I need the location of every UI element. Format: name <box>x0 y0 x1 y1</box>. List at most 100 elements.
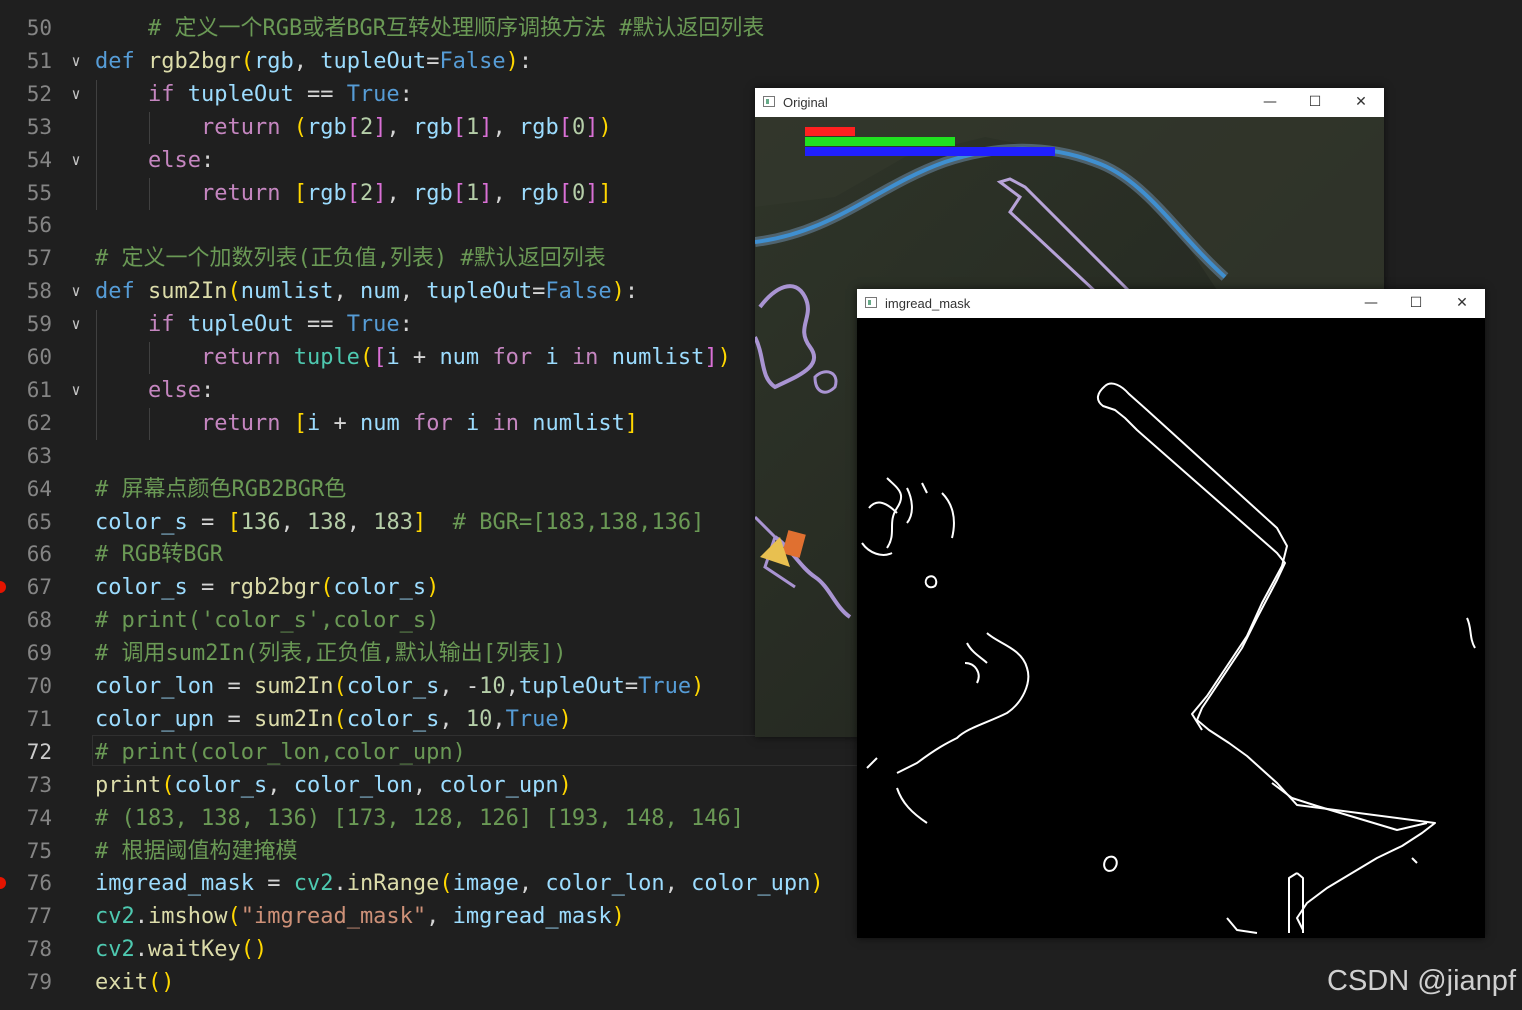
close-button[interactable]: ✕ <box>1439 289 1485 318</box>
mask-titlebar[interactable]: imgread_mask — ☐ ✕ <box>857 289 1485 318</box>
code-token: , <box>346 510 374 535</box>
code-token: ) <box>426 575 440 600</box>
code-token: [ <box>293 411 307 436</box>
code-token: 183 <box>373 510 413 535</box>
fold-chevron-icon[interactable]: ∨ <box>66 78 86 111</box>
code-token: == <box>293 82 347 107</box>
code-text[interactable]: return [i + num for i in numlist] <box>95 407 638 440</box>
code-text[interactable]: # 定义一个加数列表(正负值,列表) #默认返回列表 <box>95 242 606 275</box>
code-token: color_s <box>95 575 188 600</box>
fold-chevron-icon[interactable]: ∨ <box>66 308 86 341</box>
code-token: color_s <box>346 707 440 732</box>
code-token: ) <box>611 904 625 929</box>
code-token: , <box>280 510 307 535</box>
code-token: . <box>333 871 347 896</box>
code-text[interactable]: # 屏幕点颜色RGB2BGR色 <box>95 473 346 506</box>
code-token: color_lon <box>293 773 413 798</box>
code-token: color_upn <box>439 773 559 798</box>
code-token: , <box>439 707 466 732</box>
code-text[interactable]: return (rgb[2], rgb[1], rgb[0]) <box>95 111 612 144</box>
code-text[interactable]: color_upn = sum2In(color_s, 10,True) <box>95 703 572 736</box>
code-text[interactable]: color_s = rgb2bgr(color_s) <box>95 571 439 604</box>
maximize-button[interactable]: ☐ <box>1393 289 1439 318</box>
code-token: rgb <box>518 181 559 206</box>
code-text[interactable]: print(color_s, color_lon, color_upn) <box>95 769 572 802</box>
code-text[interactable]: # 定义一个RGB或者BGR互转处理顺序调换方法 #默认返回列表 <box>95 12 764 45</box>
code-token: ( <box>240 49 254 74</box>
code-text[interactable]: # print(color_lon,color_upn) <box>95 736 466 769</box>
code-token: 0 <box>571 181 586 206</box>
code-token: : <box>399 82 413 107</box>
code-token: 138 <box>306 510 347 535</box>
code-token: def <box>95 279 135 304</box>
code-text[interactable]: def rgb2bgr(rgb, tupleOut=False): <box>95 45 532 78</box>
code-token: tuple <box>293 345 360 370</box>
code-text[interactable]: def sum2In(numlist, num, tupleOut=False)… <box>95 275 638 308</box>
code-text[interactable]: if tupleOut == True: <box>95 308 413 341</box>
line-number: 52 <box>26 82 52 106</box>
code-text[interactable]: cv2.waitKey() <box>95 933 267 966</box>
code-text[interactable]: # (183, 138, 136) [173, 128, 126] [193, … <box>95 802 744 835</box>
code-token: ] <box>704 345 718 370</box>
code-text[interactable]: cv2.imshow("imgread_mask", imgread_mask) <box>95 900 625 933</box>
code-line[interactable]: 79 exit() <box>0 966 1522 999</box>
code-token: in <box>571 345 599 370</box>
mask-window[interactable]: imgread_mask — ☐ ✕ <box>857 289 1485 938</box>
line-number: 68 <box>26 608 52 632</box>
code-token: color_upn <box>691 871 811 896</box>
code-text[interactable]: exit() <box>95 966 174 999</box>
code-token: cv2 <box>95 904 135 929</box>
code-text[interactable]: # 根据阈值构建掩模 <box>95 835 298 868</box>
maximize-button[interactable]: ☐ <box>1292 88 1338 117</box>
line-number: 73 <box>26 773 52 797</box>
code-token: sum2In <box>148 279 228 304</box>
close-button[interactable]: ✕ <box>1338 88 1384 117</box>
code-token: ( <box>147 970 162 995</box>
code-text[interactable]: else: <box>95 144 214 177</box>
code-line[interactable]: 51 ∨ def rgb2bgr(rgb, tupleOut=False): <box>0 45 1522 78</box>
code-token: in <box>492 411 519 436</box>
code-text[interactable]: color_s = [136, 138, 183] # BGR=[183,138… <box>95 506 704 539</box>
code-text[interactable]: # print('color_s',color_s) <box>95 604 439 637</box>
code-text[interactable]: else: <box>95 374 214 407</box>
original-titlebar[interactable]: Original — ☐ ✕ <box>755 88 1384 117</box>
code-text[interactable]: # RGB转BGR <box>95 538 223 571</box>
fold-chevron-icon[interactable]: ∨ <box>66 45 86 78</box>
fold-chevron-icon[interactable]: ∨ <box>66 374 86 407</box>
code-token: imgread_mask <box>452 904 612 929</box>
code-token: rgb2bgr <box>148 49 241 74</box>
minimize-button[interactable]: — <box>1247 88 1293 117</box>
line-number: 56 <box>26 213 52 237</box>
code-text[interactable]: return tuple([i + num for i in numlist]) <box>95 341 731 374</box>
code-token: tupleOut <box>320 49 427 74</box>
code-token: tupleOut <box>518 674 625 699</box>
code-text[interactable]: if tupleOut == True: <box>95 78 413 111</box>
code-token: # 根据阈值构建掩模 <box>95 839 298 864</box>
minimize-button[interactable]: — <box>1348 289 1394 318</box>
mask-image <box>857 318 1485 938</box>
code-text[interactable]: color_lon = sum2In(color_s, -10,tupleOut… <box>95 670 704 703</box>
line-number: 74 <box>26 806 52 830</box>
fold-chevron-icon[interactable]: ∨ <box>66 144 86 177</box>
csdn-watermark: CSDN @jianpf <box>1327 965 1516 997</box>
code-text[interactable]: return [rgb[2], rgb[1], rgb[0]] <box>95 177 612 210</box>
code-text[interactable]: imgread_mask = cv2.inRange(image, color_… <box>95 867 824 900</box>
code-text[interactable]: # 调用sum2In(列表,正负值,默认输出[列表]) <box>95 637 566 670</box>
code-token: else <box>147 378 201 403</box>
code-token: i <box>465 411 480 436</box>
code-line[interactable]: 50 # 定义一个RGB或者BGR互转处理顺序调换方法 #默认返回列表 <box>0 12 1522 45</box>
code-token: ( <box>161 773 175 798</box>
code-token: True <box>346 312 400 337</box>
code-token: [ <box>373 345 387 370</box>
line-number: 76 <box>26 871 52 895</box>
code-token: : <box>518 49 533 74</box>
code-token: imshow <box>148 904 228 929</box>
line-number: 70 <box>26 674 52 698</box>
fold-chevron-icon[interactable]: ∨ <box>66 275 86 308</box>
code-token: ( <box>227 904 241 929</box>
code-token: ) <box>558 707 572 732</box>
